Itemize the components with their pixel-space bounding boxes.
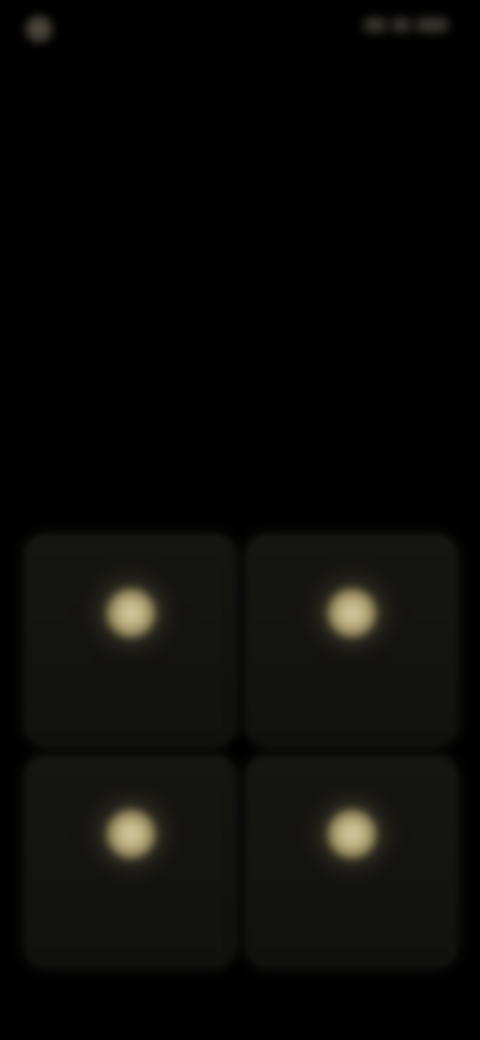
- status-app-icon: [26, 16, 52, 42]
- status-indicators: [364, 18, 454, 32]
- glow-orb-icon: [105, 809, 156, 859]
- glow-orb-icon: [326, 809, 377, 859]
- status-bar: [0, 0, 480, 64]
- glow-orb-icon: [326, 588, 377, 638]
- option-card-4[interactable]: [245, 755, 458, 968]
- glow-orb-icon: [105, 588, 156, 638]
- option-card-3[interactable]: [24, 755, 237, 968]
- status-left: [26, 16, 62, 42]
- wifi-icon: [392, 18, 410, 32]
- option-card-1[interactable]: [24, 534, 237, 747]
- battery-icon: [416, 18, 448, 32]
- options-grid: [24, 534, 458, 970]
- signal-icon: [364, 18, 386, 32]
- option-card-2[interactable]: [245, 534, 458, 747]
